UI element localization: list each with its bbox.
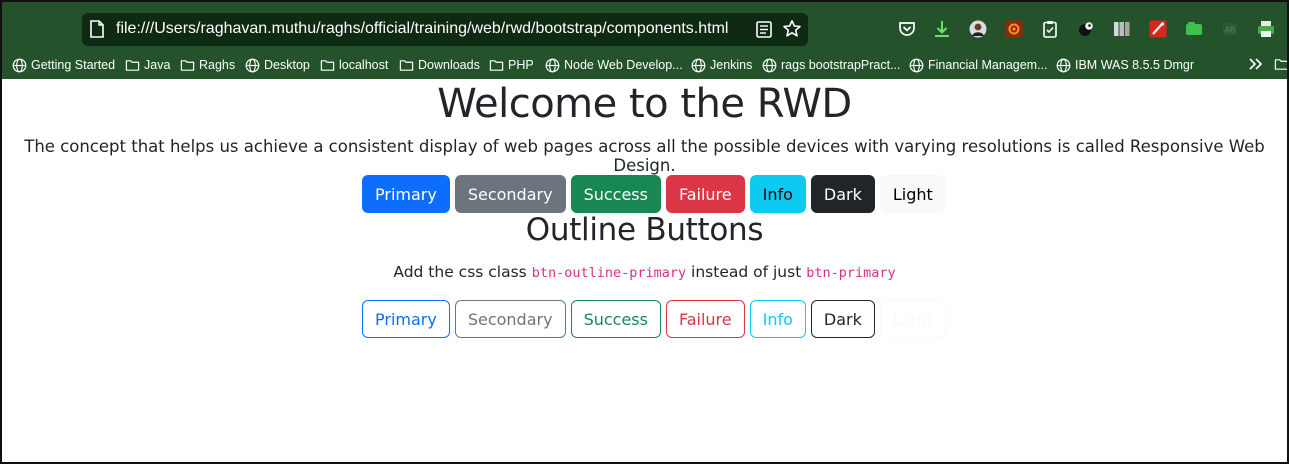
- bookmark-label: Desktop: [264, 58, 310, 72]
- folder-icon: [320, 59, 335, 71]
- note-prefix: Add the css class: [393, 263, 532, 281]
- bookmark-label: Raghs: [199, 58, 236, 72]
- profile-avatar-icon[interactable]: [969, 20, 987, 38]
- globe-icon: [545, 58, 560, 72]
- bookmark-label: Getting Started: [31, 58, 116, 72]
- info-button[interactable]: Info: [749, 175, 806, 213]
- address-bar[interactable]: file:///Users/raghavan.muthu/raghs/offic…: [82, 13, 808, 46]
- bookmark-label: rags bootstrapPract...: [781, 58, 901, 72]
- folder-icon: [180, 59, 195, 71]
- extension-gear-icon[interactable]: [1005, 20, 1023, 38]
- outline-dark-button[interactable]: Dark: [810, 300, 875, 338]
- bookmark-jenkins[interactable]: Jenkins: [691, 55, 752, 75]
- globe-icon: [245, 58, 260, 72]
- failure-button[interactable]: Failure: [665, 175, 745, 213]
- extension-red-icon[interactable]: [1149, 20, 1167, 38]
- bookmark-label: Downloads: [418, 58, 480, 72]
- bookmark-rags-bootstrap[interactable]: rags bootstrapPract...: [762, 55, 901, 75]
- bookmark-php[interactable]: PHP: [489, 55, 534, 75]
- bookmark-star-icon[interactable]: [782, 19, 802, 39]
- reader-view-icon[interactable]: [756, 21, 772, 38]
- folder-icon: [399, 59, 414, 71]
- primary-button[interactable]: Primary: [362, 175, 450, 213]
- bookmark-ibm-was[interactable]: IBM WAS 8.5.5 Dmgr: [1056, 55, 1194, 75]
- outline-secondary-button[interactable]: Secondary: [454, 300, 566, 338]
- lead-paragraph: The concept that helps us achieve a cons…: [24, 137, 1265, 175]
- extension-printer-icon[interactable]: [1257, 20, 1275, 38]
- outline-light-button[interactable]: Light: [879, 300, 946, 338]
- bookmark-downloads[interactable]: Downloads: [399, 55, 480, 75]
- url-text[interactable]: file:///Users/raghavan.muthu/raghs/offic…: [116, 20, 728, 38]
- bookmark-label: Node Web Develop...: [564, 58, 683, 72]
- pocket-icon[interactable]: [898, 20, 916, 38]
- page-content: Welcome to the RWD The concept that help…: [2, 79, 1287, 462]
- extension-ball-icon[interactable]: [1077, 20, 1095, 38]
- globe-icon: [909, 58, 924, 72]
- note-middle: instead of just: [686, 263, 807, 281]
- light-button[interactable]: Light: [879, 175, 946, 213]
- svg-text:AB: AB: [1225, 26, 1236, 35]
- note-code-primary: btn-primary: [806, 265, 896, 281]
- bookmark-raghs[interactable]: Raghs: [180, 55, 235, 75]
- outline-button-row: Primary Secondary Success Failure Info D…: [362, 300, 946, 338]
- outline-failure-button[interactable]: Failure: [665, 300, 745, 338]
- outline-section-title: Outline Buttons: [525, 212, 764, 248]
- dark-button[interactable]: Dark: [810, 175, 875, 213]
- secondary-button[interactable]: Secondary: [454, 175, 566, 213]
- bookmark-localhost[interactable]: localhost: [320, 55, 388, 75]
- bookmark-label: PHP: [508, 58, 534, 72]
- bookmark-label: Java: [144, 58, 171, 72]
- outline-primary-button[interactable]: Primary: [362, 300, 450, 338]
- bookmark-label: Financial Managem...: [928, 58, 1048, 72]
- download-icon[interactable]: [933, 20, 951, 38]
- bookmark-node-web-develop[interactable]: Node Web Develop...: [545, 55, 683, 75]
- extension-green-icon[interactable]: [1185, 20, 1203, 38]
- page-title: Welcome to the RWD: [437, 81, 852, 127]
- outline-note: Add the css class btn-outline-primary in…: [2, 263, 1287, 281]
- bookmark-label: Jenkins: [710, 58, 753, 72]
- page-icon: [90, 20, 104, 38]
- bookmarks-bar: Getting Started Java Raghs Desktop local…: [2, 50, 1287, 79]
- bookmark-financial-managem[interactable]: Financial Managem...: [909, 55, 1048, 75]
- note-code-outline: btn-outline-primary: [531, 265, 687, 281]
- bookmark-getting-started[interactable]: Getting Started: [12, 55, 115, 75]
- folder-icon: [125, 59, 140, 71]
- reader-book-icon[interactable]: [1113, 20, 1131, 38]
- bookmark-label: localhost: [339, 58, 389, 72]
- browser-window: file:///Users/raghavan.muthu/raghs/offic…: [0, 0, 1289, 464]
- bookmark-desktop[interactable]: Desktop: [245, 55, 310, 75]
- bookmark-label: IBM WAS 8.5.5 Dmgr: [1075, 58, 1195, 72]
- globe-icon: [12, 58, 27, 72]
- folder-icon[interactable]: [1274, 57, 1289, 72]
- clipboard-icon[interactable]: [1041, 20, 1059, 38]
- solid-button-row: Primary Secondary Success Failure Info D…: [362, 175, 946, 213]
- browser-toolbar: file:///Users/raghavan.muthu/raghs/offic…: [2, 2, 1287, 50]
- bookmark-java[interactable]: Java: [125, 55, 170, 75]
- globe-icon: [1056, 58, 1071, 72]
- chevron-right-double-icon[interactable]: [1247, 55, 1265, 73]
- outline-success-button[interactable]: Success: [570, 300, 661, 338]
- globe-icon: [762, 58, 777, 72]
- outline-info-button[interactable]: Info: [749, 300, 806, 338]
- extension-dim-icon[interactable]: AB: [1221, 20, 1239, 38]
- folder-icon: [489, 59, 504, 71]
- globe-icon: [691, 58, 706, 72]
- success-button[interactable]: Success: [570, 175, 661, 213]
